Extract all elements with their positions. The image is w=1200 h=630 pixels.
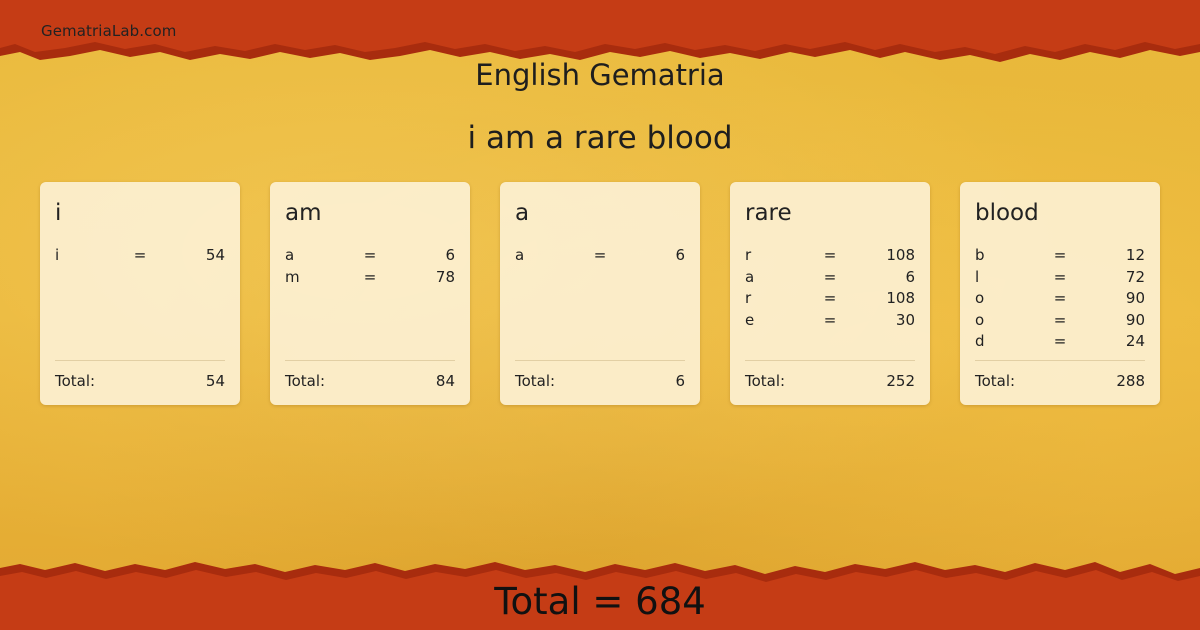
divider [745, 360, 915, 361]
word-card: i i = 54 Total: 54 [40, 182, 240, 405]
equals-sign: = [1053, 289, 1067, 308]
letter-row: a = 6 [285, 245, 455, 267]
letter-row: b = 12 [975, 245, 1145, 267]
letter-value: 108 [886, 289, 915, 308]
equals-sign: = [1053, 246, 1067, 264]
letter-rows: b = 12 l = 72 o = 90 o = 90 d = 24 [975, 245, 1145, 353]
total-value: 252 [886, 372, 915, 390]
divider [975, 360, 1145, 361]
page-title: English Gematria [475, 58, 725, 92]
letter-row: o = 90 [975, 288, 1145, 310]
letter-value: 6 [675, 246, 685, 264]
total-value: 288 [1116, 372, 1145, 390]
equals-sign: = [1053, 332, 1067, 351]
equals-sign: = [823, 310, 837, 329]
total-label: Total: [55, 372, 96, 390]
total-label: Total: [285, 372, 326, 390]
letter-row: l = 72 [975, 267, 1145, 289]
word-card: rare r = 108 a = 6 r = 108 e = 30 Total:… [730, 182, 930, 405]
total-label: Total: [515, 372, 556, 390]
total-label: Total: [745, 372, 786, 390]
card-word: a [515, 200, 530, 226]
letter-value: 6 [445, 246, 455, 264]
letter-row: i = 54 [55, 245, 225, 267]
letter-value: 12 [1125, 246, 1145, 264]
divider [55, 360, 225, 361]
word-card: am a = 6 m = 78 Total: 84 [270, 182, 470, 405]
equals-sign: = [1053, 310, 1067, 329]
divider [515, 360, 685, 361]
letter-value: 78 [435, 267, 455, 286]
word-card: blood b = 12 l = 72 o = 90 o = 90 d = 24… [960, 182, 1160, 405]
equals-sign: = [823, 267, 837, 286]
letter-rows: a = 6 [515, 245, 685, 267]
letter-value: 90 [1125, 289, 1145, 308]
letter-row: e = 30 [745, 310, 915, 332]
card-word: am [285, 200, 322, 226]
card-word: i [55, 200, 62, 226]
letter-row: m = 78 [285, 267, 455, 289]
letter-value: 108 [886, 246, 915, 264]
equals-sign: = [363, 246, 377, 264]
total-label: Total: [975, 372, 1016, 390]
divider [285, 360, 455, 361]
letter-row: r = 108 [745, 288, 915, 310]
equals-sign: = [133, 246, 147, 264]
site-name[interactable]: GematriaLab.com [41, 22, 176, 40]
letter-rows: i = 54 [55, 245, 225, 267]
word-card: a a = 6 Total: 6 [500, 182, 700, 405]
total-value: 6 [675, 372, 685, 390]
letter-row: r = 108 [745, 245, 915, 267]
letter-rows: a = 6 m = 78 [285, 245, 455, 288]
card-word: blood [975, 200, 1039, 226]
letter-value: 30 [895, 310, 915, 329]
equals-sign: = [593, 246, 607, 264]
letter-value: 72 [1125, 267, 1145, 286]
phrase-heading: i am a rare blood [467, 120, 733, 156]
letter-value: 6 [905, 267, 915, 286]
grand-total: Total = 684 [494, 580, 706, 623]
total-value: 54 [205, 372, 225, 390]
total-value: 84 [435, 372, 455, 390]
letter-row: d = 24 [975, 331, 1145, 353]
letter-value: 24 [1125, 332, 1145, 351]
equals-sign: = [363, 267, 377, 286]
letter-rows: r = 108 a = 6 r = 108 e = 30 [745, 245, 915, 331]
letter-row: a = 6 [745, 267, 915, 289]
letter-row: o = 90 [975, 310, 1145, 332]
card-word: rare [745, 200, 792, 226]
letter-value: 54 [205, 246, 225, 264]
equals-sign: = [1053, 267, 1067, 286]
letter-row: a = 6 [515, 245, 685, 267]
letter-value: 90 [1125, 310, 1145, 329]
